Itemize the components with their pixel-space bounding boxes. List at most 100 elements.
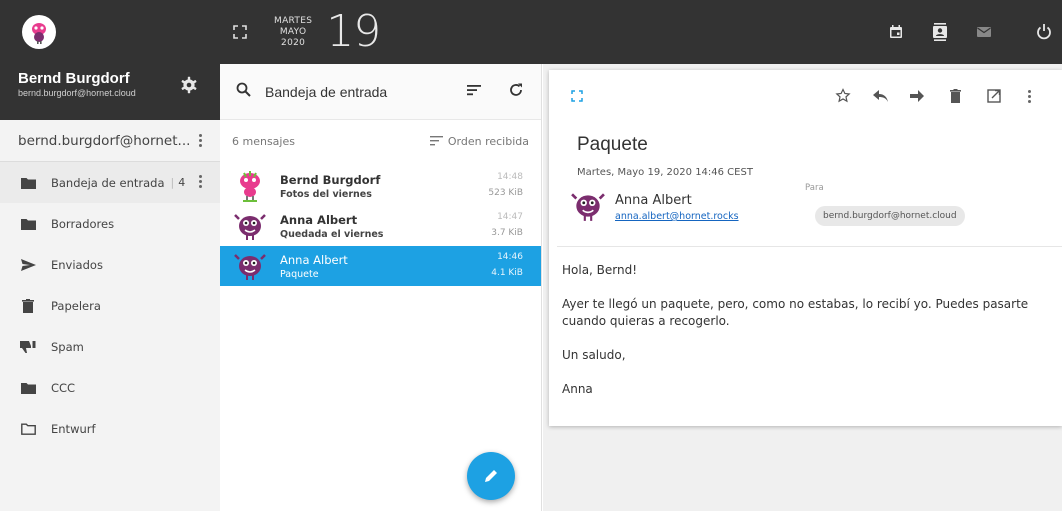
- mail-icon: [977, 27, 991, 37]
- folder-sent[interactable]: Enviados: [0, 244, 220, 285]
- monster-purple-icon: [234, 254, 266, 280]
- folder-entwurf[interactable]: Entwurf: [0, 408, 220, 449]
- sort-label: Orden recibida: [447, 134, 529, 148]
- trash-icon: [949, 89, 961, 103]
- body-paragraph: Hola, Bernd!: [562, 263, 638, 277]
- account-menu-icon[interactable]: [199, 134, 202, 147]
- trash-icon: [20, 298, 36, 313]
- avatar: [234, 170, 266, 202]
- delete-button[interactable]: [945, 86, 965, 106]
- expand-reader-button[interactable]: [567, 86, 587, 106]
- more-vert-icon: [1027, 89, 1031, 103]
- message-date: Martes, Mayo 19, 2020 14:46 CEST: [577, 167, 753, 178]
- refresh-button[interactable]: [508, 82, 528, 102]
- refresh-icon: [510, 83, 522, 96]
- message-subject: Fotos del viernes: [280, 188, 372, 200]
- message-text: Anna Albert Quedada el viernes: [280, 213, 383, 240]
- open-external-icon: [987, 89, 1001, 103]
- unread-count-badge: 4: [171, 176, 185, 189]
- sender-email-link[interactable]: anna.albert@hornet.rocks: [615, 211, 739, 222]
- open-new-window-button[interactable]: [984, 86, 1004, 106]
- message-from: Anna Albert: [280, 212, 358, 227]
- date-year: 2020: [281, 37, 306, 48]
- date-display: MARTES MAYO 2020 19: [274, 6, 381, 57]
- folder-spam[interactable]: Spam: [0, 326, 220, 367]
- top-right-actions: [870, 0, 1062, 64]
- app-logo-icon: [25, 18, 53, 46]
- forward-button[interactable]: [907, 86, 927, 106]
- star-icon: [835, 88, 851, 103]
- message-count: 6 mensajes: [232, 134, 295, 148]
- message-row[interactable]: Anna Albert Quedada el viernes 14:47 3.7…: [220, 206, 541, 246]
- message-from: Anna Albert: [280, 252, 348, 267]
- gear-icon: [181, 76, 197, 94]
- contacts-icon: [933, 23, 947, 41]
- account-selector[interactable]: bernd.burgdorf@hornet...: [0, 120, 220, 162]
- search-icon: [236, 82, 251, 97]
- compose-button[interactable]: [467, 452, 515, 500]
- send-icon: [20, 258, 36, 272]
- list-title: Bandeja de entrada: [265, 83, 388, 100]
- settings-button[interactable]: [180, 76, 198, 94]
- message-text: Bernd Burgdorf Fotos del viernes: [280, 173, 380, 200]
- message-time: 14:48: [497, 172, 523, 182]
- folder-label: Spam: [51, 339, 84, 354]
- search-button[interactable]: [236, 82, 251, 101]
- fullscreen-toggle-button[interactable]: [220, 12, 260, 52]
- recipient-chip[interactable]: bernd.burgdorf@hornet.cloud: [815, 206, 965, 226]
- message-size: 4.1 KiB: [491, 268, 523, 278]
- logout-button[interactable]: [1026, 14, 1062, 50]
- folder-label: Enviados: [51, 257, 103, 272]
- message-body: Hola, Bernd! Ayer te llegó un paquete, p…: [562, 262, 1042, 415]
- avatar: [234, 250, 266, 282]
- message-subject: Quedada el viernes: [280, 228, 384, 240]
- reader-more-button[interactable]: [1019, 86, 1039, 106]
- top-bar: MARTES MAYO 2020 19: [0, 0, 1062, 64]
- pencil-icon: [485, 470, 497, 482]
- thumb-down-icon: [20, 340, 36, 354]
- folder-ccc[interactable]: CCC: [0, 367, 220, 408]
- message-row[interactable]: Bernd Burgdorf Fotos del viernes 14:48 5…: [220, 166, 541, 206]
- power-icon: [1037, 24, 1051, 40]
- message-size: 523 KiB: [488, 188, 523, 198]
- folder-icon: [20, 381, 36, 395]
- message-subject: Paquete: [280, 268, 319, 280]
- avatar: [234, 210, 266, 242]
- reply-button[interactable]: [871, 86, 891, 106]
- date-weekday: MARTES: [274, 15, 313, 26]
- star-button[interactable]: [833, 86, 853, 106]
- filter-button[interactable]: [466, 82, 486, 102]
- contacts-button[interactable]: [922, 14, 958, 50]
- forward-icon: [910, 90, 924, 102]
- list-meta: 6 mensajes Orden recibida: [220, 120, 541, 162]
- folder-outline-icon: [20, 422, 36, 436]
- calendar-button[interactable]: [878, 14, 914, 50]
- message-row-selected[interactable]: Anna Albert Paquete 14:46 4.1 KiB: [220, 246, 541, 286]
- message-size: 3.7 KiB: [491, 228, 523, 238]
- date-day: 19: [326, 6, 381, 57]
- folder-label: Entwurf: [51, 421, 96, 436]
- inbox-icon: [20, 176, 36, 190]
- message-from: Bernd Burgdorf: [280, 172, 381, 187]
- app-logo-area: [0, 0, 220, 64]
- sort-order-button[interactable]: Orden recibida: [429, 134, 529, 148]
- sidebar: Bernd Burgdorf bernd.burgdorf@hornet.clo…: [0, 64, 220, 511]
- monster-purple-icon: [571, 193, 605, 221]
- folder-trash[interactable]: Papelera: [0, 285, 220, 326]
- message-subject-heading: Paquete: [577, 134, 648, 155]
- sort-icon: [429, 136, 443, 146]
- body-paragraph: Un saludo,: [562, 348, 626, 362]
- sender-avatar: [571, 190, 605, 224]
- folder-inbox[interactable]: Bandeja de entrada 4: [0, 162, 220, 203]
- message-reader: Paquete Martes, Mayo 19, 2020 14:46 CEST…: [549, 70, 1062, 426]
- reader-toolbar: [549, 70, 1062, 122]
- expand-icon: [233, 25, 247, 39]
- folder-menu-icon[interactable]: [199, 175, 202, 188]
- app-logo: [22, 15, 56, 49]
- list-header: Bandeja de entrada: [220, 64, 541, 120]
- message-list-panel: Bandeja de entrada 6 mensajes Orden reci…: [220, 64, 542, 511]
- message-text: Anna Albert Paquete: [280, 253, 348, 280]
- mail-button[interactable]: [966, 14, 1002, 50]
- account-label: bernd.burgdorf@hornet...: [18, 132, 191, 149]
- folder-drafts[interactable]: Borradores: [0, 203, 220, 244]
